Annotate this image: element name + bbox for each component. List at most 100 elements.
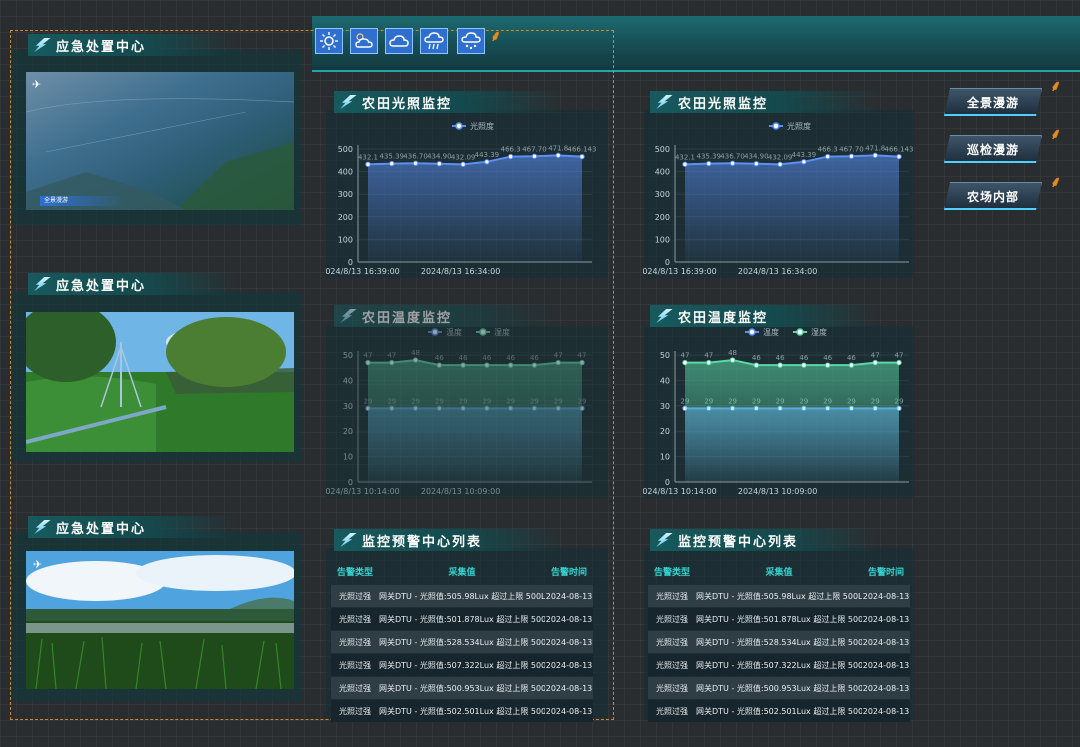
x-tick-label: 2024/8/13 16:34:00 [421,267,501,276]
data-point[interactable] [706,160,712,167]
data-point[interactable] [460,161,466,168]
x-tick-label: 2024/8/13 10:14:00 [326,487,400,496]
data-label: 435.39 [697,153,722,161]
light-chart: 光照度 0 100 200 300 400 500 2024/8/13 16:39:00 202… [326,121,596,276]
table-row[interactable]: 光照过强 网关DTU - 光照值:528.534Lux 超过上限 500Lux 20… [648,631,910,653]
table-row[interactable]: 光照过强 网关DTU - 光照值:502.501Lux 超过上限 500Lux 20… [331,700,593,722]
data-point[interactable] [507,153,514,160]
data-point[interactable] [436,362,443,368]
bolt-icon [653,533,672,547]
hook-icon[interactable]: ⸙ [1050,124,1061,144]
data-point[interactable] [777,161,783,168]
drone-icon: ✈ [33,558,43,571]
temp-chart: 温度 湿度 0 10 20 30 40 50 2024/8/13 10:14:00 2024/8/… [326,327,592,496]
data-label: 466.3 [501,146,521,154]
table-row[interactable]: 光照过强 网关DTU - 光照值:501.878Lux 超过上限 500Lux 20… [331,608,593,630]
table-cell: 网关DTU - 光照值:501.878Lux 超过上限 500Lux [696,614,862,624]
data-point[interactable] [872,359,878,366]
data-point[interactable] [531,153,538,159]
table-body: 光照过强 网关DTU - 光照值:505.98Lux 超过上限 500Lux 202… [331,585,593,722]
data-point[interactable] [531,362,538,368]
y-tick-label: 300 [338,190,353,199]
irrigation-view-image[interactable] [26,312,294,452]
light-monitor-title: 农田光照监控 [334,91,564,113]
table-row[interactable]: 光照过强 网关DTU - 光照值:505.98Lux 超过上限 500Lux 202… [331,585,593,607]
y-tick-label: 0 [348,258,353,267]
data-label: 432.09 [768,153,793,161]
data-point[interactable] [896,359,902,366]
data-point[interactable] [777,362,783,368]
x-tick-label: 2024/8/13 10:09:00 [421,487,501,496]
table-row[interactable]: 光照过强 网关DTU - 光照值:500.953Lux 超过上限 500Lux 20… [648,677,910,699]
data-point[interactable] [484,362,490,368]
sun-cloud-icon[interactable] [350,28,378,54]
table-cell: 光照过强 [656,660,688,670]
chart-legend[interactable]: 光照度 [769,121,811,131]
y-tick-label: 0 [665,258,670,267]
table-row[interactable]: 光照过强 网关DTU - 光照值:507.322Lux 超过上限 500Lux 20… [648,654,910,676]
data-point[interactable] [848,362,855,368]
data-point[interactable] [507,362,514,368]
data-point[interactable] [682,161,688,168]
data-point[interactable] [706,359,712,366]
chart-legend[interactable]: 光照度 [452,121,494,131]
table-row[interactable]: 光照过强 网关DTU - 光照值:505.98Lux 超过上限 500Lux 202… [648,585,910,607]
data-point[interactable] [801,362,807,368]
data-point[interactable] [872,152,878,159]
table-row[interactable]: 光照过强 网关DTU - 光照值:507.322Lux 超过上限 500Lux 20… [331,654,593,676]
data-point[interactable] [389,160,395,167]
data-point[interactable] [729,357,736,363]
data-point[interactable] [484,159,490,165]
crop-field-image[interactable] [26,551,294,689]
table-cell: 光照过强 [339,591,371,601]
data-label: 46 [482,354,491,362]
chart-legend[interactable]: 温度 湿度 [428,327,510,337]
data-point[interactable] [436,161,443,167]
aerial-view-image[interactable] [26,72,294,210]
data-point[interactable] [753,362,760,368]
hook-icon[interactable]: ⸙ [1050,172,1061,192]
data-point[interactable] [682,359,688,366]
snow-icon[interactable] [457,28,485,54]
data-point[interactable] [460,362,466,368]
farm-interior-button[interactable]: 农场内部 [944,182,1042,210]
panorama-tour-button[interactable]: 全景漫游 [944,88,1042,116]
hook-icon[interactable]: ⸙ [1050,76,1061,96]
data-point[interactable] [579,359,585,366]
sun-icon[interactable] [315,28,343,54]
data-point[interactable] [365,161,371,168]
data-label: 47 [554,352,563,360]
table-row[interactable]: 光照过强 网关DTU - 光照值:500.953Lux 超过上限 500Lux 20… [331,677,593,699]
data-point[interactable] [365,359,371,366]
rain-icon[interactable] [420,28,448,54]
table-cell: 光照过强 [656,637,688,647]
chart-legend[interactable]: 温度 湿度 [745,327,827,337]
light-chart: 光照度 0 100 200 300 400 500 2024/8/13 16:39:00 202… [643,121,913,276]
table-row[interactable]: 光照过强 网关DTU - 光照值:501.878Lux 超过上限 500Lux 20… [648,608,910,630]
data-label: 46 [799,354,808,362]
y-tick-label: 100 [338,235,353,244]
cloud-icon[interactable] [385,28,413,54]
table-row[interactable]: 光照过强 网关DTU - 光照值:502.501Lux 超过上限 500Lux 20… [648,700,910,722]
temp-chart: 温度 湿度 0 10 20 30 40 50 2024/8/13 10:14:00 2024/8/… [643,327,909,496]
data-point[interactable] [412,160,419,167]
data-point[interactable] [555,152,561,159]
x-tick-label: 2024/8/13 10:14:00 [643,487,717,496]
inspection-tour-button[interactable]: 巡检漫游 [944,135,1042,163]
data-point[interactable] [389,359,395,366]
data-point[interactable] [412,357,419,363]
data-point[interactable] [824,153,831,160]
data-point[interactable] [801,159,807,165]
drone-icon: ✈ [32,78,42,91]
data-point[interactable] [729,160,736,167]
hook-icon[interactable]: ⸙ [490,26,501,46]
table-cell: 网关DTU - 光照值:528.534Lux 超过上限 500Lux [379,637,545,647]
data-point[interactable] [848,153,855,159]
data-point[interactable] [824,362,831,368]
y-tick-label: 40 [660,376,670,385]
data-point[interactable] [896,153,902,160]
data-point[interactable] [579,153,585,160]
data-point[interactable] [555,359,561,366]
data-point[interactable] [753,161,760,167]
table-row[interactable]: 光照过强 网关DTU - 光照值:528.534Lux 超过上限 500Lux 20… [331,631,593,653]
